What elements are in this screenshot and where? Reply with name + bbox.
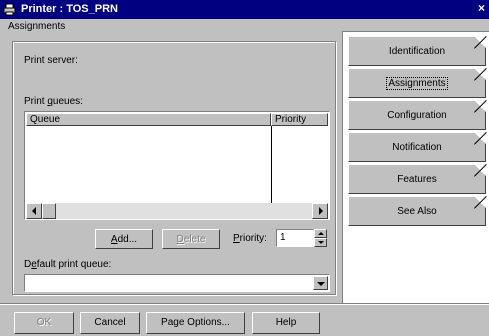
priority-label: Priority: — [233, 233, 267, 244]
divider-highlight — [0, 304, 489, 305]
add-button[interactable]: Add... — [95, 229, 153, 249]
delete-button[interactable]: Delete — [162, 229, 220, 249]
dropdown-button[interactable] — [313, 276, 328, 290]
print-queues-list[interactable]: Queue Priority — [24, 111, 330, 220]
default-queue-select[interactable] — [24, 274, 330, 292]
tab-notification[interactable]: Notification — [348, 132, 487, 162]
tab-configuration[interactable]: Configuration — [348, 100, 487, 130]
horizontal-scrollbar[interactable] — [26, 203, 328, 219]
priority-spinner[interactable] — [314, 229, 327, 247]
right-arrow-icon — [319, 207, 323, 215]
printer-icon — [3, 3, 16, 16]
cancel-button[interactable]: Cancel — [80, 312, 140, 334]
tab-assignments[interactable]: Assignments — [348, 68, 487, 98]
chevron-down-icon — [317, 282, 325, 286]
spin-down-button[interactable] — [314, 238, 327, 247]
page-options-button[interactable]: Page Options... — [146, 312, 245, 334]
tab-see-also[interactable]: See Also — [348, 196, 487, 226]
left-arrow-icon — [32, 207, 36, 215]
title-bar: Printer : TOS_PRN × — [0, 0, 489, 19]
scroll-thumb[interactable] — [42, 203, 56, 219]
scroll-left-button[interactable] — [26, 203, 42, 219]
window-title: Printer : TOS_PRN — [21, 3, 118, 15]
up-arrow-icon — [318, 232, 324, 235]
column-divider — [271, 126, 272, 204]
tab-features[interactable]: Features — [348, 164, 487, 194]
down-arrow-icon — [318, 241, 324, 244]
help-button[interactable]: Help — [252, 312, 320, 334]
column-header-queue[interactable]: Queue — [26, 113, 271, 126]
panel-heading: Assignments — [8, 21, 66, 32]
ok-button[interactable]: OK — [14, 312, 74, 334]
print-queues-label: Print queues: — [24, 96, 83, 107]
default-queue-label: Default print queue: — [24, 259, 112, 270]
print-server-label: Print server: — [24, 55, 78, 66]
column-header-priority[interactable]: Priority — [271, 113, 328, 126]
priority-input[interactable]: 1 — [276, 229, 314, 247]
close-icon[interactable]: × — [478, 1, 489, 17]
tab-identification[interactable]: Identification — [348, 36, 487, 66]
spin-up-button[interactable] — [314, 229, 327, 238]
scroll-right-button[interactable] — [312, 203, 328, 219]
